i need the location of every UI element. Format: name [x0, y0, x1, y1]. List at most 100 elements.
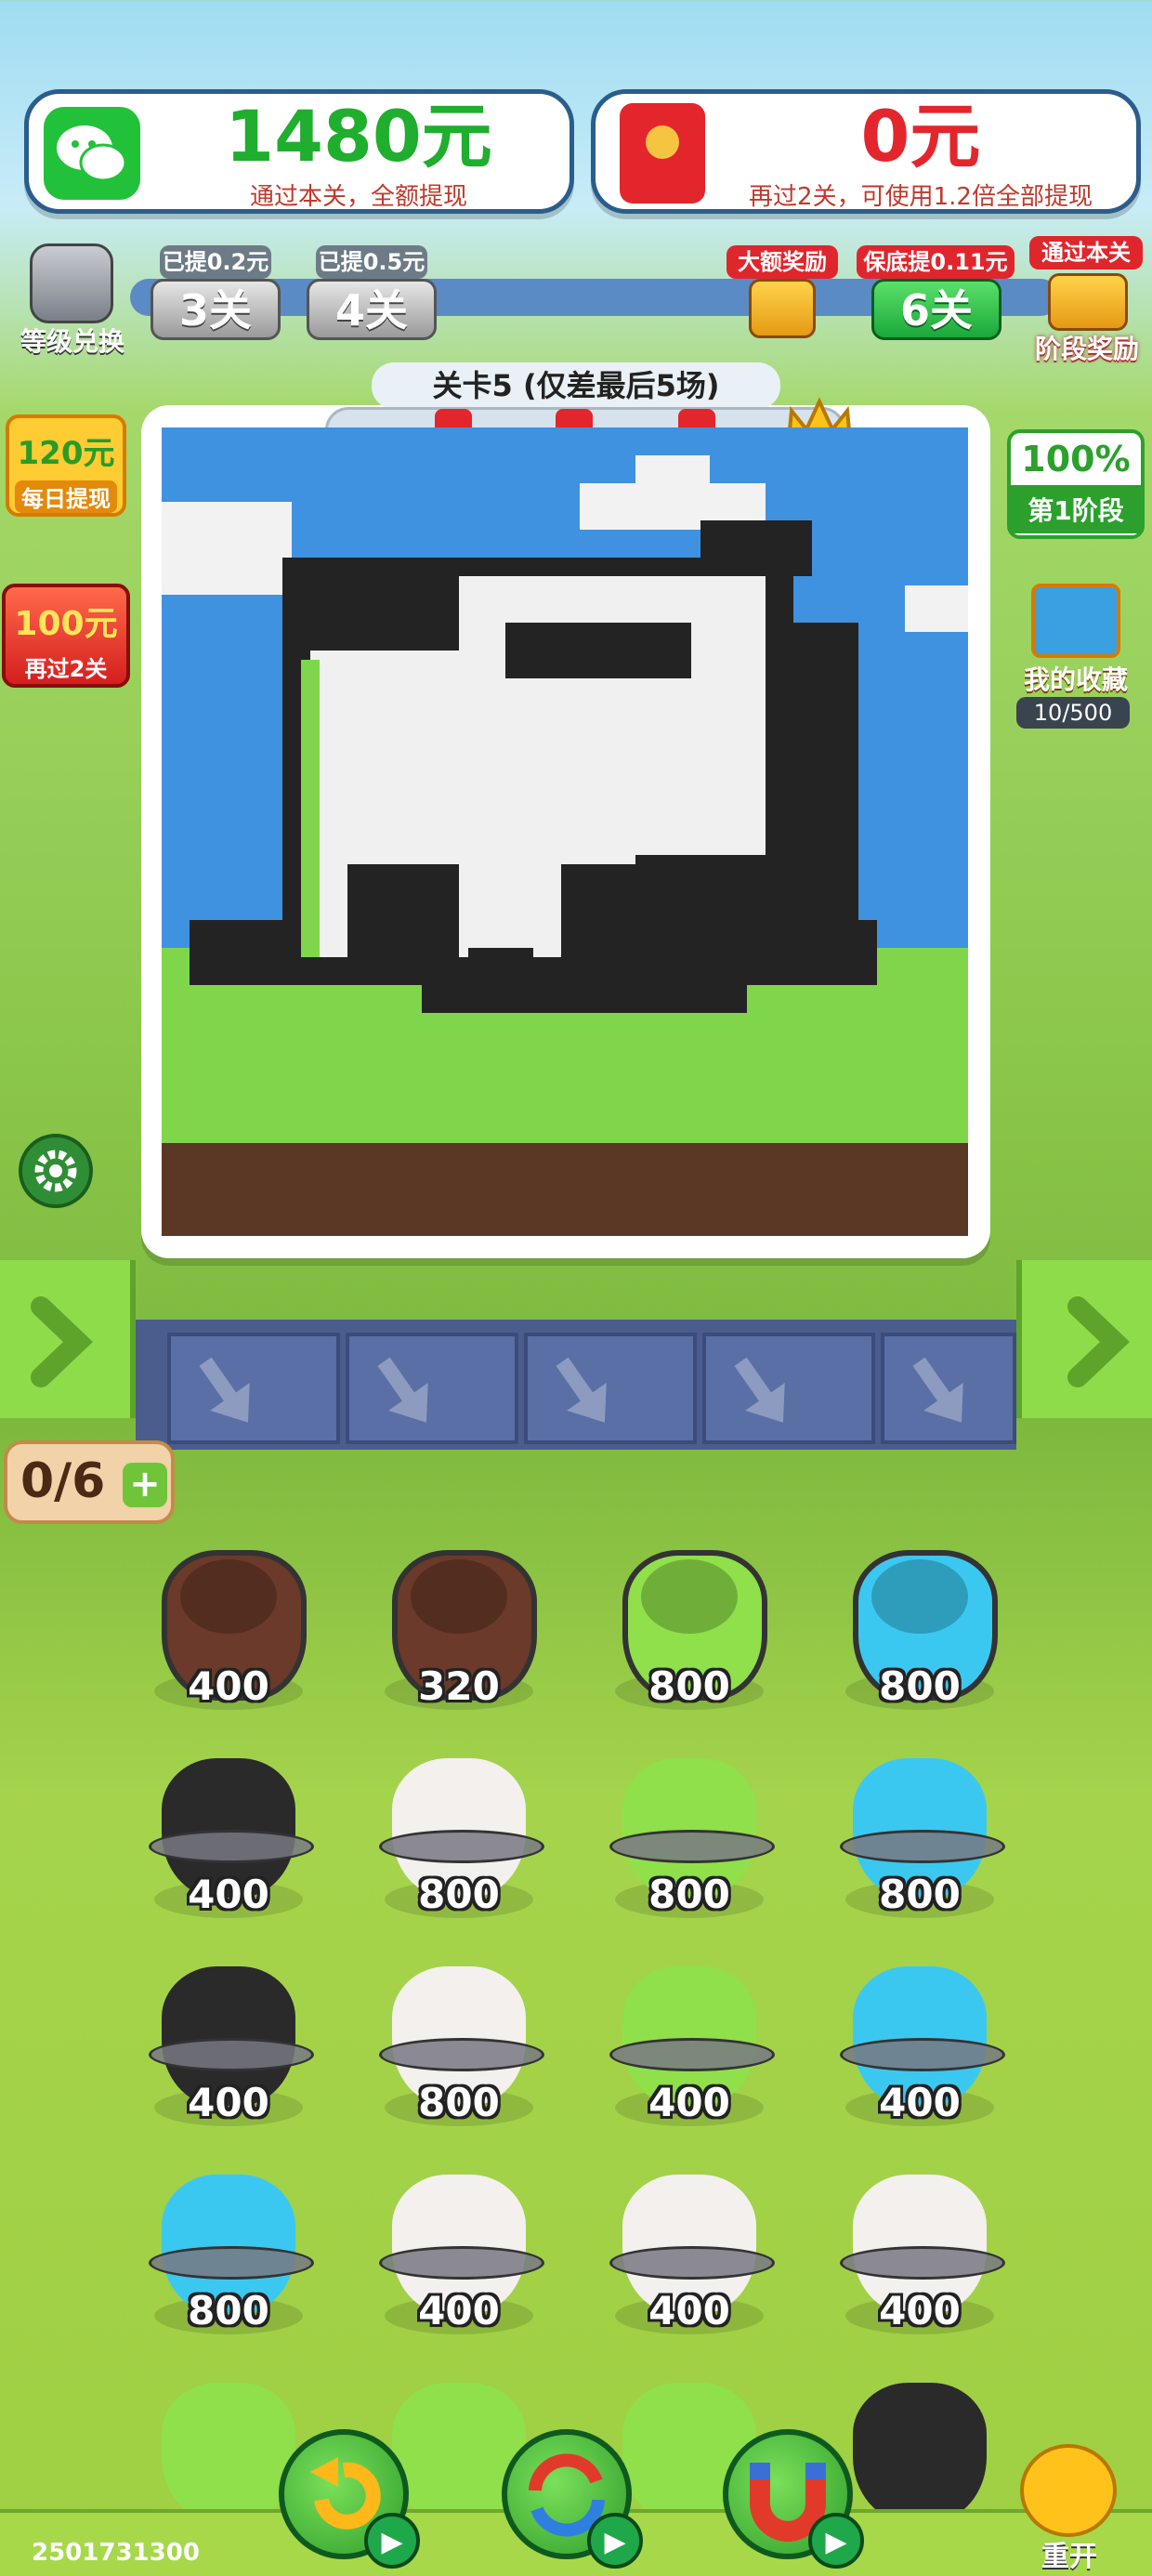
collection-label: 我的收藏 — [1023, 664, 1128, 695]
bonus-amount: 0元 — [860, 95, 981, 177]
bucket-value: 400 — [879, 2080, 961, 2125]
restart-label: 重开 — [1041, 2541, 1097, 2573]
bucket-rim — [149, 2038, 314, 2071]
bucket-rim — [609, 2038, 775, 2071]
pass-level-tag: 通过本关 — [1029, 236, 1143, 269]
footer-id: 2501731300 — [32, 2539, 200, 2567]
paint-bucket[interactable]: 800 — [606, 1741, 775, 1918]
pass-two-button[interactable]: 100元 再过2关 — [2, 584, 130, 688]
bucket-value: 800 — [879, 1663, 961, 1709]
paint-bucket[interactable]: 800 — [375, 1741, 544, 1918]
bucket-rim — [840, 2038, 1005, 2071]
shovel-slot — [167, 1333, 340, 1444]
paint-bucket[interactable]: 800 — [836, 1533, 1003, 1710]
bucket-opening — [180, 1559, 277, 1634]
stage-label: 第1阶段 — [1011, 485, 1141, 533]
paint-bucket[interactable]: 320 — [375, 1533, 543, 1710]
milestone-level-3[interactable]: 3关 — [151, 279, 281, 340]
stage-percent: 100% — [1021, 439, 1131, 480]
milestone-tag-4: 已提0.5元 — [316, 245, 427, 279]
restart-icon — [1020, 2444, 1117, 2537]
stage-progress-panel[interactable]: 100% 第1阶段 — [1007, 429, 1145, 539]
bucket-value: 800 — [648, 1663, 730, 1709]
stage-reward-label: 阶段奖励 — [1034, 334, 1139, 364]
big-reward-chest-icon[interactable] — [749, 279, 816, 338]
total-amount: 1480元 — [225, 95, 492, 177]
bucket-rim — [609, 1830, 775, 1863]
bucket-rim — [840, 1830, 1005, 1863]
shovel-icon — [912, 1357, 963, 1423]
paint-bucket[interactable]: 400 — [145, 1533, 312, 1710]
paint-bucket[interactable]: 400 — [606, 1950, 775, 2126]
paint-bucket[interactable]: 400 — [836, 2158, 1005, 2334]
bucket-value: 400 — [188, 1872, 269, 1917]
bucket-rim — [840, 2246, 1005, 2280]
bucket-rim — [379, 2038, 544, 2071]
conveyor-right-arrow[interactable] — [1016, 1260, 1152, 1418]
collection-album-icon — [1031, 584, 1120, 658]
bucket-value: 400 — [879, 2288, 961, 2333]
restart-button[interactable]: 重开 — [1011, 2444, 1128, 2573]
lock-badge-icon — [30, 243, 113, 323]
shovel-slot — [524, 1333, 697, 1444]
total-subtitle: 通过本关，全额提现 — [249, 183, 467, 211]
add-slot-icon[interactable]: + — [123, 1463, 167, 1507]
level-exchange-button[interactable]: 等级兑换 — [7, 243, 128, 357]
bucket-value: 800 — [879, 1872, 961, 1917]
bucket-opening — [871, 1559, 968, 1634]
bucket-body — [853, 2383, 987, 2522]
bucket-value: 400 — [188, 1663, 269, 1709]
bucket-value: 320 — [418, 1663, 500, 1709]
paint-bucket[interactable]: 400 — [375, 2158, 544, 2334]
paint-bucket[interactable]: 800 — [375, 1950, 544, 2126]
shovel-icon — [734, 1357, 785, 1423]
paint-bucket[interactable]: 800 — [606, 1533, 773, 1710]
big-reward-tag: 大额奖励 — [727, 245, 838, 279]
stage-reward-chest-icon[interactable] — [1048, 273, 1128, 331]
bucket-value: 800 — [648, 1872, 730, 1917]
shovel-slot — [702, 1333, 875, 1444]
daily-withdraw-amount: 120元 — [17, 435, 115, 472]
bucket-rim — [149, 1830, 314, 1863]
total-withdraw-card[interactable]: 1480元 通过本关，全额提现 — [24, 89, 574, 214]
wechat-icon — [44, 107, 140, 200]
paint-bucket[interactable]: 400 — [145, 1741, 314, 1918]
slot-counter[interactable]: 0/6 + — [4, 1440, 175, 1524]
video-ad-icon[interactable]: ▶ — [587, 2513, 643, 2569]
daily-withdraw-button[interactable]: 120元 每日提现 — [6, 414, 126, 517]
bucket-body — [162, 2383, 295, 2522]
shovel-icon — [377, 1357, 428, 1423]
paint-bucket[interactable]: 800 — [145, 2158, 314, 2334]
bucket-opening — [411, 1559, 507, 1634]
bucket-rim — [379, 2246, 544, 2280]
conveyor-left-arrow[interactable] — [0, 1260, 136, 1418]
pixel-art-image — [162, 427, 968, 1236]
milestone-level-4[interactable]: 4关 — [307, 279, 437, 340]
milestone-tag-3: 已提0.2元 — [160, 245, 271, 279]
bucket-rim — [609, 2246, 775, 2280]
settings-gear-icon[interactable] — [19, 1134, 93, 1208]
shovel-slot — [881, 1333, 1016, 1444]
bucket-value: 400 — [648, 2080, 730, 2125]
paint-bucket[interactable]: 400 — [606, 2158, 775, 2334]
paint-bucket[interactable]: 800 — [836, 1741, 1005, 1918]
my-collection-button[interactable]: 我的收藏 10/500 — [1013, 584, 1139, 732]
video-ad-icon[interactable]: ▶ — [364, 2513, 420, 2569]
bucket-rim — [379, 1830, 544, 1863]
pass-two-amount: 100元 — [14, 605, 118, 643]
shovel-icon — [199, 1357, 250, 1423]
paint-bucket[interactable]: 400 — [836, 1950, 1005, 2126]
bucket-value: 400 — [648, 2288, 730, 2333]
pass-two-label: 再过2关 — [24, 656, 108, 682]
collection-count: 10/500 — [1016, 697, 1130, 729]
guaranteed-tag: 保底提0.11元 — [857, 245, 1015, 279]
bucket-value: 400 — [188, 2080, 269, 2125]
milestone-level-6[interactable]: 6关 — [871, 279, 1001, 340]
bonus-withdraw-card[interactable]: 0元 再过2关，可使用1.2倍全部提现 — [591, 89, 1141, 214]
level-title: 关卡5 (仅差最后5场) — [372, 362, 780, 409]
bucket-value: 400 — [418, 2288, 500, 2333]
paint-bucket[interactable]: 400 — [145, 1950, 314, 2126]
bucket-rim — [149, 2246, 314, 2280]
bucket-opening — [641, 1559, 738, 1634]
video-ad-icon[interactable]: ▶ — [808, 2513, 864, 2569]
